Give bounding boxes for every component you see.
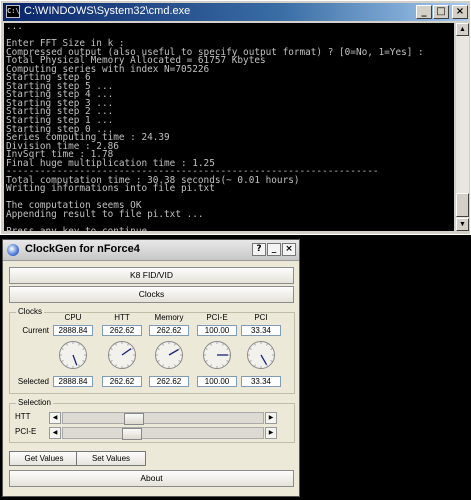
pcie-selected-value: 100.00 [197,376,237,387]
cpu-selected-value: 2888.84 [53,376,93,387]
pci-gauge-icon [247,341,275,369]
htt-gauge-icon [108,341,136,369]
console-text: ... Enter FFT Size in k : Compressed out… [6,23,424,231]
cmd-close-button[interactable]: × [452,5,468,19]
htt-current-value: 262.62 [102,325,142,336]
pcie-gauge-icon [203,341,231,369]
selection-group-label: Selection [16,398,53,407]
pcie-slider-thumb[interactable] [122,428,142,440]
pci-column-header: PCI [254,313,268,322]
htt-slider-left-arrow-icon[interactable]: ◀ [49,412,61,424]
clockgen-minimize-button[interactable]: _ [267,243,281,256]
console-output[interactable]: ... Enter FFT Size in k : Compressed out… [4,23,454,231]
cmd-titlebar[interactable]: C:\ C:\WINDOWS\System32\cmd.exe _ □ × [3,3,468,21]
cmd-vertical-scrollbar[interactable]: ▲ ▼ [456,23,469,231]
cmd-window: C:\ C:\WINDOWS\System32\cmd.exe _ □ × ..… [0,0,471,235]
set-values-button[interactable]: Set Values [76,451,146,466]
scroll-thumb[interactable] [456,193,469,217]
htt-column-header: HTT [114,313,130,322]
htt-slider-label: HTT [15,412,31,421]
clocks-button[interactable]: Clocks [9,286,294,303]
htt-slider-track[interactable] [62,412,264,425]
pcie-slider[interactable]: ◀ ▶ [49,427,289,440]
clockgen-window: ClockGen for nForce4 ? _ × K8 FID/VID Cl… [2,239,300,497]
memory-current-value: 262.62 [149,325,189,336]
help-button[interactable]: ? [252,243,266,256]
clockgen-titlebar[interactable]: ClockGen for nForce4 ? _ × [3,240,299,261]
cpu-current-value: 2888.84 [53,325,93,336]
selected-row-label: Selected [17,377,49,386]
clockgen-title-text: ClockGen for nForce4 [25,243,140,255]
pcie-slider-track[interactable] [62,427,264,440]
scroll-up-arrow-icon[interactable]: ▲ [456,23,469,36]
pcie-slider-right-arrow-icon[interactable]: ▶ [265,427,277,439]
pci-current-value: 33.34 [241,325,281,336]
cmd-title-text: C:\WINDOWS\System32\cmd.exe [24,5,191,17]
pcie-column-header: PCI-E [206,313,228,322]
console-icon: C:\ [6,5,20,18]
cmd-maximize-button[interactable]: □ [433,5,449,19]
clockgen-app-icon [7,244,19,256]
memory-selected-value: 262.62 [149,376,189,387]
cpu-column-header: CPU [64,313,82,322]
memory-column-header: Memory [154,313,184,322]
pcie-slider-left-arrow-icon[interactable]: ◀ [49,427,61,439]
about-button[interactable]: About [9,470,294,487]
htt-selected-value: 262.62 [102,376,142,387]
clocks-group-label: Clocks [16,307,45,316]
memory-gauge-icon [155,341,183,369]
htt-slider[interactable]: ◀ ▶ [49,412,289,425]
pci-selected-value: 33.34 [241,376,281,387]
scroll-down-arrow-icon[interactable]: ▼ [456,218,469,231]
htt-slider-right-arrow-icon[interactable]: ▶ [265,412,277,424]
k8-fid-vid-button[interactable]: K8 FID/VID [9,267,294,284]
pcie-slider-label: PCI-E [15,427,37,436]
cmd-minimize-button[interactable]: _ [416,5,432,19]
get-values-button[interactable]: Get Values [9,451,79,466]
current-row-label: Current [22,326,49,335]
pcie-current-value: 100.00 [197,325,237,336]
clockgen-close-button[interactable]: × [282,243,296,256]
cpu-gauge-icon [59,341,87,369]
htt-slider-thumb[interactable] [124,413,144,425]
